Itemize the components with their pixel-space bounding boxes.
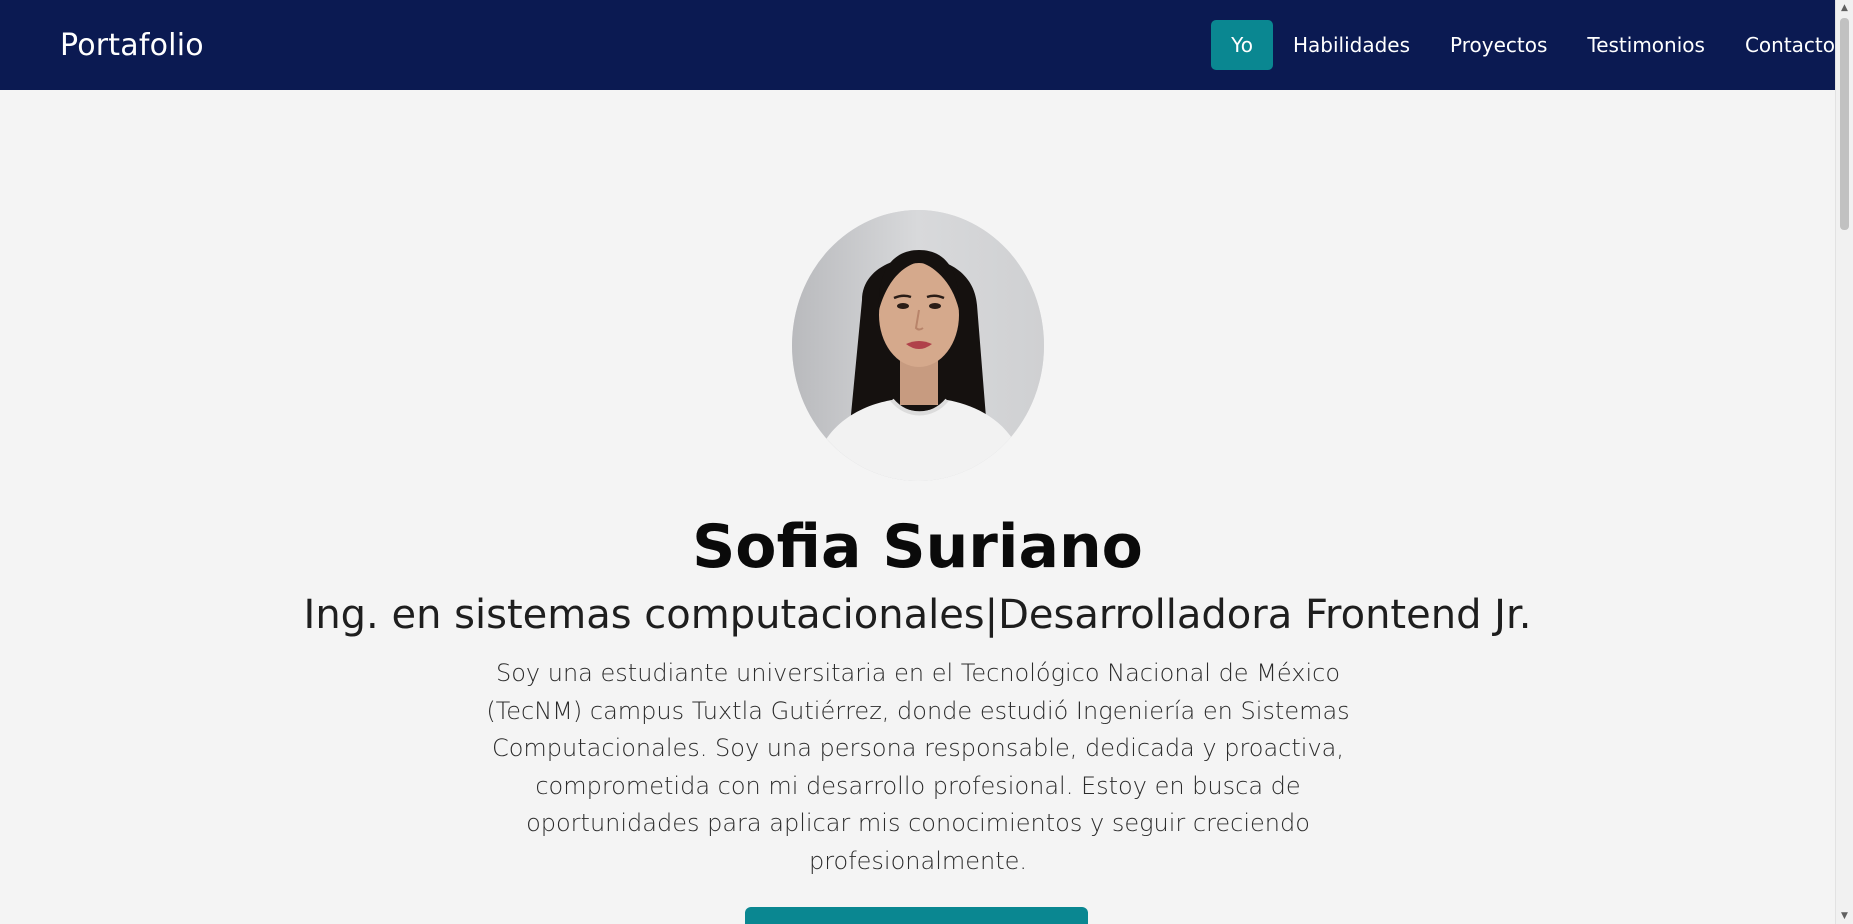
scrollbar-thumb[interactable] — [1840, 18, 1849, 230]
person-title: Ing. en sistemas computacionales|Desarro… — [303, 592, 1532, 638]
scroll-up-arrow-icon[interactable]: ▲ — [1836, 0, 1853, 16]
scroll-down-arrow-icon[interactable]: ▼ — [1836, 908, 1853, 924]
hero-section: Sofia Suriano Ing. en sistemas computaci… — [0, 90, 1835, 924]
person-name: Sofia Suriano — [692, 512, 1143, 582]
nav-link-habilidades[interactable]: Habilidades — [1273, 20, 1430, 70]
profile-photo-illustration — [792, 210, 1044, 481]
navbar: Portafolio Yo Habilidades Proyectos Test… — [0, 0, 1835, 90]
bio-paragraph: Soy una estudiante universitaria en el T… — [486, 659, 1350, 875]
nav-links: Yo Habilidades Proyectos Testimonios Con… — [1211, 0, 1835, 90]
nav-link-yo[interactable]: Yo — [1211, 20, 1273, 70]
cta-button[interactable] — [745, 907, 1088, 924]
nav-link-proyectos[interactable]: Proyectos — [1430, 20, 1567, 70]
page: Portafolio Yo Habilidades Proyectos Test… — [0, 0, 1853, 924]
nav-link-contacto[interactable]: Contacto — [1725, 20, 1835, 70]
nav-link-testimonios[interactable]: Testimonios — [1567, 20, 1725, 70]
vertical-scrollbar[interactable]: ▲ ▼ — [1835, 0, 1853, 924]
brand-logo[interactable]: Portafolio — [60, 28, 204, 63]
profile-photo — [792, 210, 1044, 481]
